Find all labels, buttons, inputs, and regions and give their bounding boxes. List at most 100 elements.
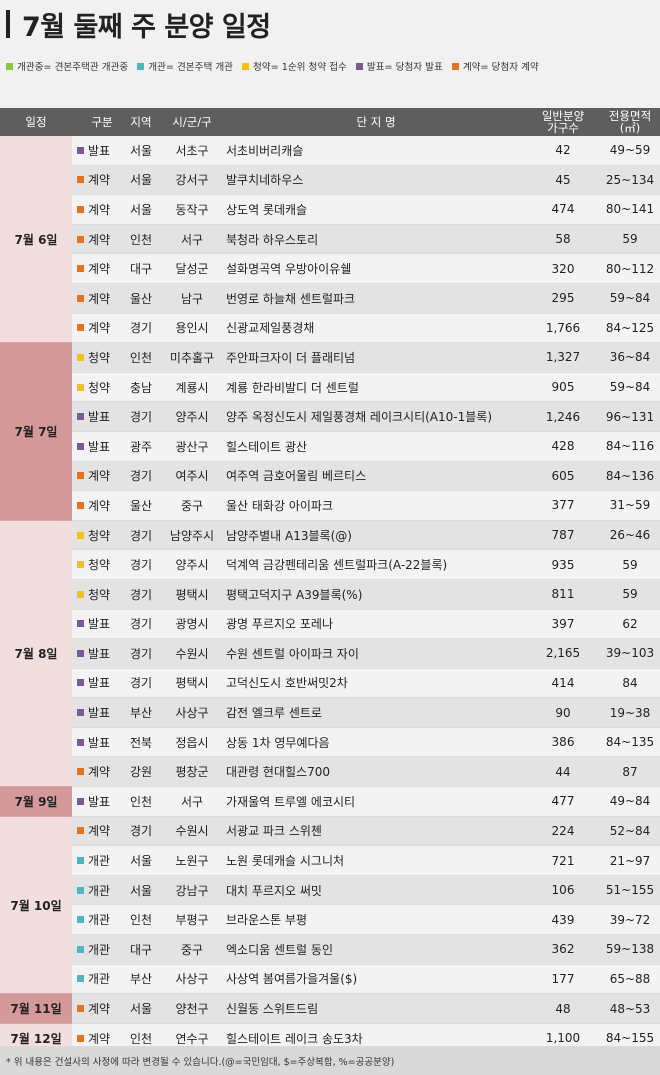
type-cell: 계약: [77, 817, 127, 846]
legend-item-announce: 발표= 당첨자 발표: [355, 59, 443, 73]
table-row: 청약 경기 남양주시 남양주별내 A13블록(@) 787 26~46: [0, 520, 660, 551]
region-cell: 인천: [129, 794, 153, 809]
type-cell: 계약: [77, 284, 127, 313]
city-cell: 서구: [180, 794, 204, 809]
city-cell: 서초구: [175, 143, 209, 158]
type-cell: 계약: [77, 757, 127, 786]
units-cell: 428: [551, 439, 575, 454]
type-label: 청약: [88, 350, 111, 365]
type-cell: 개관: [77, 846, 127, 875]
type-marker-contract: [77, 501, 84, 509]
units-cell: 42: [555, 143, 571, 158]
type-label: 발표: [88, 735, 111, 750]
type-cell: 발표: [77, 639, 127, 668]
region-cell: 경기: [129, 824, 153, 839]
units-cell: 58: [555, 232, 571, 247]
area-cell: 36~84: [609, 350, 651, 365]
region-cell: 울산: [129, 498, 153, 513]
complex-name-cell: 북청라 하우스토리: [226, 232, 319, 247]
type-marker-announce: [77, 738, 84, 746]
type-label: 계약: [88, 1031, 111, 1046]
table-row: 청약 경기 양주시 덕계역 금강펜테리움 센트럴파크(A-22블록) 935 59: [0, 550, 660, 580]
city-cell: 중구: [180, 498, 204, 513]
table-row: 계약 대구 달성군 설화명곡역 우방아이유쉘 320 80~112: [0, 254, 660, 284]
header-units: 일반분양 가구수: [528, 108, 598, 136]
table-row: 발표 경기 평택시 고덕신도시 호반써밋2차 414 84: [0, 668, 660, 699]
legend-swatch-subscription: [241, 62, 249, 70]
table-row: 계약 서울 강서구 발쿠치네하우스 45 25~134: [0, 165, 660, 196]
complex-name-cell: 브라운스톤 부평: [226, 913, 308, 928]
complex-name-cell: 남양주별내 A13블록(@): [226, 528, 352, 543]
complex-name-cell: 사상역 봄여름가을겨울($): [226, 972, 358, 987]
type-marker-open: [77, 857, 84, 865]
type-marker-contract: [77, 1005, 84, 1013]
legend-swatch-contract: [451, 62, 459, 70]
city-cell: 노원구: [175, 854, 209, 869]
complex-name-cell: 노원 롯데캐슬 시그니처: [226, 854, 345, 869]
units-cell: 1,766: [545, 320, 581, 335]
type-label: 개관: [88, 942, 111, 957]
type-label: 청약: [88, 380, 111, 395]
units-cell: 48: [555, 1001, 571, 1016]
units-cell: 45: [555, 172, 571, 187]
date-group: 7월 10일: [0, 816, 72, 995]
header-name: 단 지 명: [356, 115, 396, 129]
region-cell: 경기: [129, 646, 153, 661]
date-group: 7월 7일: [0, 343, 72, 521]
type-label: 계약: [88, 291, 111, 306]
table-row: 발표 전북 정읍시 상동 1차 영무예다음 386 84~135: [0, 727, 660, 758]
legend-swatch-open: [137, 62, 145, 70]
type-label: 계약: [88, 765, 111, 780]
table-row: 계약 인천 서구 북청라 하우스토리 58 59: [0, 224, 660, 255]
type-cell: 계약: [77, 195, 127, 224]
type-marker-subscription: [77, 383, 84, 391]
region-cell: 서울: [129, 202, 153, 217]
city-cell: 강서구: [175, 173, 209, 188]
type-cell: 계약: [77, 225, 127, 254]
area-cell: 19~38: [609, 705, 651, 720]
type-label: 발표: [88, 617, 111, 632]
table-row: 개관 부산 사상구 사상역 봄여름가을겨울($) 177 65~88: [0, 964, 660, 995]
area-cell: 59~84: [609, 380, 651, 395]
date-group: 7월 6일: [0, 136, 72, 344]
type-label: 계약: [88, 824, 111, 839]
complex-name-cell: 수원 센트럴 아이파크 자이: [226, 646, 359, 661]
complex-name-cell: 발쿠치네하우스: [226, 173, 304, 188]
page-title: 7월 둘째 주 분양 일정: [22, 11, 271, 43]
legend-label: 개관중= 견본주택관 개관중: [17, 62, 129, 73]
type-marker-announce: [77, 442, 84, 450]
units-cell: 811: [551, 587, 575, 602]
footnote: * 위 내용은 건설사의 사정에 따라 변경될 수 있습니다.(@=국민임대, …: [0, 1046, 660, 1075]
type-marker-contract: [77, 324, 84, 332]
type-marker-announce: [77, 146, 84, 154]
title-accent-bar: [6, 10, 10, 38]
units-cell: 414: [551, 675, 575, 690]
type-cell: 발표: [77, 432, 127, 461]
city-cell: 중구: [180, 942, 204, 957]
city-cell: 사상구: [175, 706, 209, 721]
area-cell: 21~97: [609, 853, 651, 868]
type-marker-open: [77, 886, 84, 894]
units-cell: 477: [551, 794, 575, 809]
type-cell: 계약: [77, 314, 127, 343]
city-cell: 평택시: [175, 676, 209, 691]
city-cell: 정읍시: [175, 735, 209, 750]
city-cell: 남구: [180, 291, 204, 306]
header-date: 일정: [25, 115, 47, 129]
type-cell: 발표: [77, 698, 127, 727]
type-marker-open: [77, 975, 84, 983]
units-cell: 2,165: [545, 646, 581, 661]
area-cell: 39~103: [605, 646, 655, 661]
date-group: 7월 8일: [0, 520, 72, 788]
city-cell: 부평구: [175, 913, 209, 928]
type-label: 개관: [88, 913, 111, 928]
units-cell: 474: [551, 202, 575, 217]
type-marker-contract: [77, 294, 84, 302]
table-row: 발표 광주 광산구 힐스테이트 광산 428 84~116: [0, 431, 660, 462]
header-area-line2: (㎡): [619, 121, 641, 135]
region-cell: 경기: [129, 469, 153, 484]
region-cell: 서울: [129, 143, 153, 158]
area-cell: 84: [622, 675, 638, 690]
complex-name-cell: 대치 푸르지오 써밋: [226, 883, 322, 898]
legend-label: 계약= 당첨자 계약: [462, 62, 539, 73]
